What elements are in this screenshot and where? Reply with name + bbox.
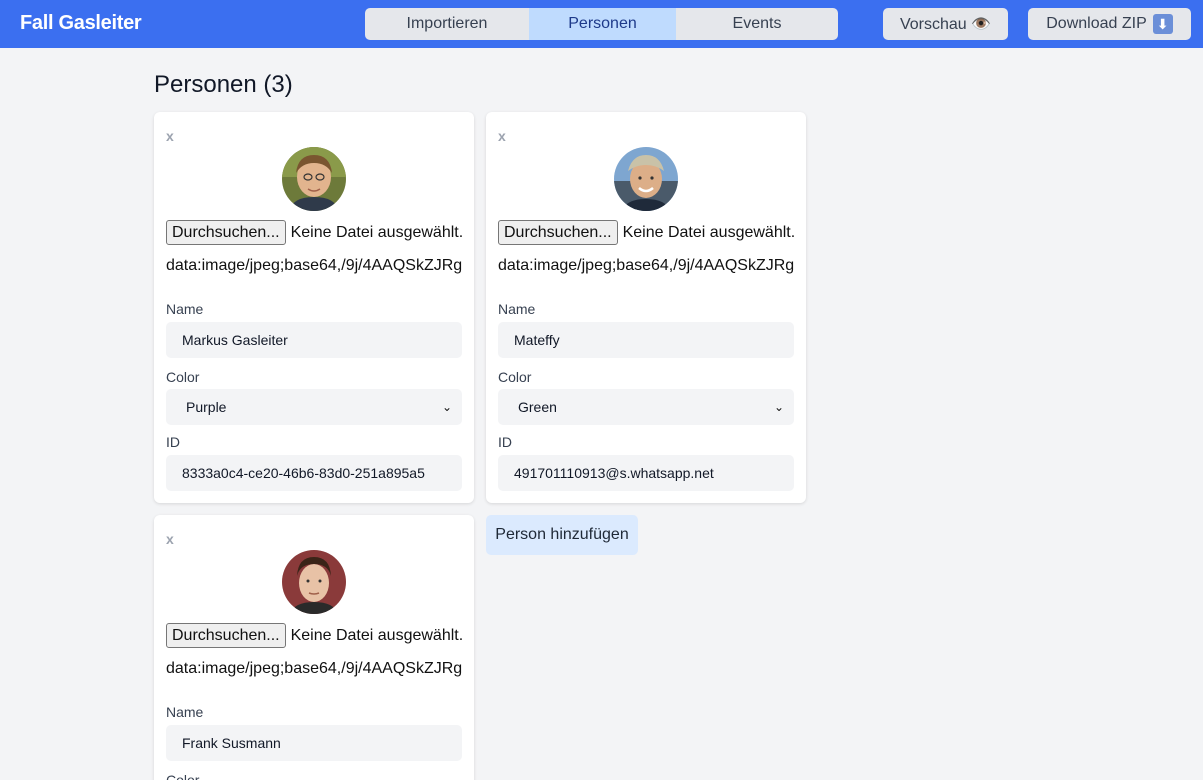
add-person-button[interactable]: Person hinzufügen (486, 515, 638, 555)
image-data-url: data:image/jpeg;base64,/9j/4AAQSkZJRgABA… (166, 257, 462, 274)
name-input[interactable]: Mateffy (498, 322, 794, 358)
preview-button[interactable]: Vorschau 👁️ (883, 8, 1008, 40)
file-picker: Durchsuchen... Keine Datei ausgewählt. (498, 220, 798, 245)
browse-file-button[interactable]: Durchsuchen... (498, 220, 618, 245)
avatar (282, 147, 346, 211)
download-arrow-icon: ⬇ (1152, 14, 1173, 34)
id-input[interactable]: 491701110913@s.whatsapp.net (498, 455, 794, 491)
image-data-url: data:image/jpeg;base64,/9j/4AAQSkZJRgABA… (166, 660, 462, 677)
person-card: x Durchsuchen... Keine Datei ausgewählt.… (154, 112, 474, 503)
remove-person-button[interactable]: x (166, 531, 174, 547)
file-status: Keine Datei ausgewählt. (290, 626, 464, 644)
person-card: x Durchsuchen... Keine Datei ausgewählt.… (154, 515, 474, 780)
file-picker: Durchsuchen... Keine Datei ausgewählt. (166, 220, 466, 245)
id-label: ID (498, 434, 512, 450)
name-label: Name (166, 301, 204, 317)
id-input[interactable]: 8333a0c4-ce20-46b6-83d0-251a895a5 (166, 455, 462, 491)
id-label: ID (166, 434, 180, 450)
color-label: Color (166, 369, 200, 385)
tab-events[interactable]: Events (676, 8, 838, 40)
remove-person-button[interactable]: x (166, 128, 174, 144)
avatar (614, 147, 678, 211)
file-status: Keine Datei ausgewählt. (290, 223, 464, 241)
download-zip-button[interactable]: Download ZIP ⬇ (1028, 8, 1191, 40)
tab-personen[interactable]: Personen (529, 8, 676, 40)
browse-file-button[interactable]: Durchsuchen... (166, 623, 286, 648)
nav-tabs: Importieren Personen Events (365, 8, 838, 40)
chevron-down-icon: ⌄ (441, 400, 452, 414)
name-input[interactable]: Frank Susmann (166, 725, 462, 761)
person-card: x Durchsuchen... Keine Datei ausgewählt.… (486, 112, 806, 503)
name-label: Name (166, 704, 204, 720)
color-select-value: Purple (186, 399, 227, 415)
chevron-down-icon: ⌄ (773, 400, 784, 414)
name-label: Name (498, 301, 536, 317)
tab-importieren[interactable]: Importieren (365, 8, 529, 40)
name-input[interactable]: Markus Gasleiter (166, 322, 462, 358)
download-zip-label: Download ZIP (1046, 15, 1147, 32)
color-label: Color (498, 369, 532, 385)
top-bar: Fall Gasleiter Importieren Personen Even… (0, 0, 1203, 48)
image-data-url: data:image/jpeg;base64,/9j/4AAQSkZJRgABA… (498, 257, 794, 274)
color-select[interactable]: Green ⌄ (498, 389, 794, 425)
preview-button-label: Vorschau 👁️ (899, 16, 992, 33)
file-status: Keine Datei ausgewählt. (622, 223, 796, 241)
color-select-value: Green (518, 399, 557, 415)
remove-person-button[interactable]: x (498, 128, 506, 144)
app-title: Fall Gasleiter (20, 12, 142, 34)
color-select[interactable]: Purple ⌄ (166, 389, 462, 425)
browse-file-button[interactable]: Durchsuchen... (166, 220, 286, 245)
avatar (282, 550, 346, 614)
file-picker: Durchsuchen... Keine Datei ausgewählt. (166, 623, 466, 648)
color-label: Color (166, 772, 200, 780)
page-title: Personen (3) (154, 71, 293, 98)
